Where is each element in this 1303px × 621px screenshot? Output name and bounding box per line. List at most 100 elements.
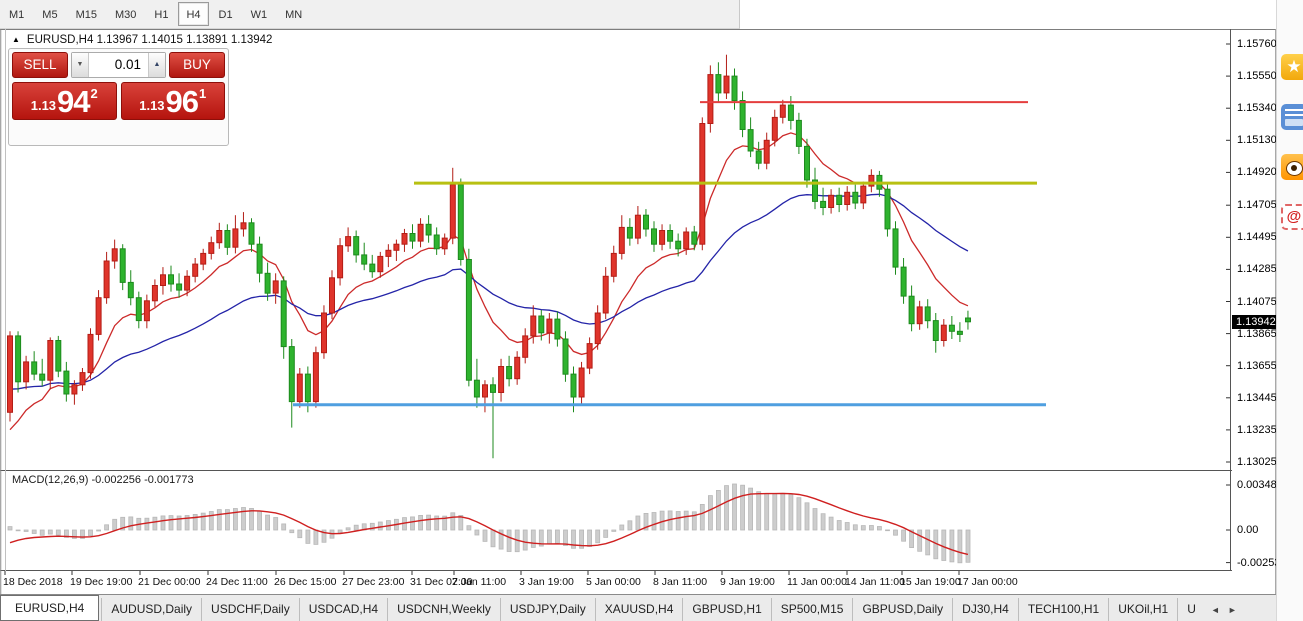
star-icon[interactable]: ★	[1281, 54, 1303, 80]
weibo-eye-icon[interactable]	[1281, 154, 1303, 180]
macd-histogram-bar	[620, 525, 624, 530]
candle-body	[579, 368, 584, 397]
candle-body	[225, 231, 230, 248]
candle-body	[466, 260, 471, 381]
chart-tab-usdjpy-daily[interactable]: USDJPY,Daily	[500, 598, 595, 621]
macd-histogram-bar	[958, 530, 962, 563]
chart-tab-ukoil-h1[interactable]: UKOil,H1	[1108, 598, 1177, 621]
desktop-strip: ★@	[1276, 0, 1303, 621]
macd-histogram-bar	[837, 521, 841, 531]
candle-body	[418, 224, 423, 241]
time-axis-label: 24 Dec 11:00	[206, 576, 268, 588]
timeframe-button-m30[interactable]: M30	[107, 2, 144, 26]
macd-histogram-bar	[555, 530, 559, 544]
candle-body	[394, 244, 399, 250]
chart-tab-xauusd-h4[interactable]: XAUUSD,H4	[595, 598, 683, 621]
macd-histogram-bar	[845, 523, 849, 531]
candle-body	[386, 250, 391, 256]
price-chart-canvas[interactable]	[0, 29, 1232, 594]
candle-body	[322, 313, 327, 353]
timeframe-button-w1[interactable]: W1	[243, 2, 276, 26]
time-axis-label: 15 Jan 19:00	[900, 576, 961, 588]
candle-body	[966, 318, 971, 322]
chart-tab-sp500-m15[interactable]: SP500,M15	[771, 598, 853, 621]
chart-tab-usdcad-h4[interactable]: USDCAD,H4	[299, 598, 387, 621]
candle-body	[64, 371, 69, 394]
candle-body	[587, 344, 592, 369]
macd-histogram-bar	[926, 530, 930, 555]
macd-histogram-bar	[853, 525, 857, 530]
chart-tab-usdchf-daily[interactable]: USDCHF,Daily	[201, 598, 299, 621]
time-axis-label: 27 Dec 23:00	[342, 576, 404, 588]
candle-body	[893, 229, 898, 267]
chart-tab-audusd-daily[interactable]: AUDUSD,Daily	[101, 598, 201, 621]
candle-body	[32, 362, 37, 374]
candle-body	[611, 253, 616, 276]
candle-body	[515, 357, 520, 378]
macd-histogram-bar	[201, 513, 205, 530]
mt4-terminal: M1M5M15M30H1H4D1W1MN ▲EURUSD,H4 1.13967 …	[0, 0, 1303, 621]
chart-tab-eurusd-h4[interactable]: EURUSD,H4	[0, 595, 99, 621]
mail-at-icon[interactable]: @	[1281, 204, 1303, 230]
candle-body	[764, 140, 769, 163]
macd-histogram-bar	[346, 528, 350, 530]
macd-histogram-bar	[258, 511, 262, 530]
time-axis-label: 21 Dec 00:00	[138, 576, 200, 588]
timeframe-button-d1[interactable]: D1	[211, 2, 241, 26]
chart-tab-gbpusd-daily[interactable]: GBPUSD,Daily	[852, 598, 952, 621]
macd-histogram-bar	[8, 527, 12, 530]
candle-body	[555, 319, 560, 339]
candle-body	[104, 261, 109, 298]
price-axis-label: 1.14495	[1237, 231, 1277, 243]
macd-histogram-bar	[153, 517, 157, 530]
candle-body	[241, 223, 246, 229]
tab-scroll-right-icon[interactable]: ►	[1224, 605, 1241, 615]
macd-histogram-bar	[612, 530, 616, 531]
news-feed-icon[interactable]	[1281, 104, 1303, 130]
candle-body	[458, 185, 463, 260]
macd-histogram-bar	[588, 530, 592, 547]
chart-tab-u[interactable]: U	[1177, 598, 1205, 621]
candle-body	[209, 243, 214, 254]
candle-body	[805, 146, 810, 180]
chart-tab-usdcnh-weekly[interactable]: USDCNH,Weekly	[387, 598, 500, 621]
candle-body	[925, 307, 930, 321]
chart-tab-gbpusd-h1[interactable]: GBPUSD,H1	[682, 598, 770, 621]
candle-body	[217, 231, 222, 243]
candle-body	[410, 234, 415, 242]
timeframe-button-m1[interactable]: M1	[1, 2, 32, 26]
candle-body	[72, 385, 77, 394]
candle-body	[338, 246, 343, 278]
candle-body	[861, 186, 866, 203]
macd-histogram-bar	[274, 518, 278, 531]
time-axis-label: 18 Dec 2018	[3, 576, 63, 588]
timeframe-button-mn[interactable]: MN	[277, 2, 310, 26]
macd-histogram-bar	[169, 516, 173, 530]
candle-body	[708, 75, 713, 124]
candle-body	[96, 298, 101, 335]
macd-histogram-bar	[869, 526, 873, 531]
candle-body	[370, 264, 375, 272]
candle-body	[909, 296, 914, 324]
candle-body	[257, 244, 262, 273]
timeframe-button-h1[interactable]: H1	[146, 2, 176, 26]
macd-histogram-bar	[741, 485, 745, 530]
timeframe-button-h4[interactable]: H4	[178, 2, 208, 26]
macd-histogram-bar	[354, 525, 358, 530]
candle-body	[88, 334, 93, 372]
macd-histogram-bar	[765, 493, 769, 530]
timeframe-button-m5[interactable]: M5	[34, 2, 65, 26]
macd-histogram-bar	[145, 518, 149, 530]
macd-histogram-bar	[338, 530, 342, 533]
macd-histogram-bar	[282, 524, 286, 530]
candle-body	[378, 256, 383, 271]
chart-tab-dj30-h4[interactable]: DJ30,H4	[952, 598, 1018, 621]
candle-body	[652, 229, 657, 244]
candle-body	[362, 255, 367, 264]
macd-histogram-bar	[523, 530, 527, 550]
candle-body	[627, 227, 632, 238]
chart-tab-tech100-h1[interactable]: TECH100,H1	[1018, 598, 1108, 621]
time-axis-label: 2 Jan 11:00	[452, 576, 506, 588]
timeframe-button-m15[interactable]: M15	[68, 2, 105, 26]
tab-scroll-left-icon[interactable]: ◄	[1207, 605, 1224, 615]
